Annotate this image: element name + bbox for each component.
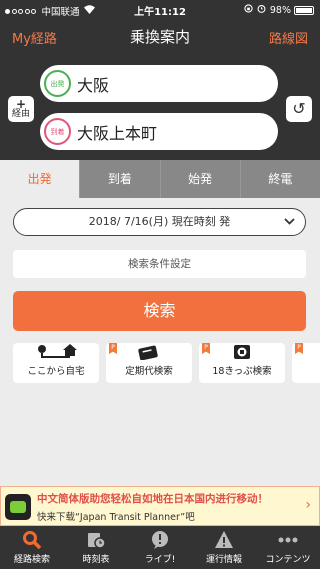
commuter-pass-icon (106, 343, 192, 365)
shortcut-commuter-pass[interactable]: P 定期代検索 (106, 343, 192, 383)
live-icon (128, 526, 192, 552)
date-time-select[interactable]: 2018/ 7/16(月) 現在時刻 発 (13, 208, 306, 236)
tab-live[interactable]: ライブ! (128, 526, 192, 569)
bottom-tab-bar: 経路検索 時刻表 ライブ! 運行情報 コンテンツ (0, 526, 320, 569)
tab-service-info[interactable]: 運行情報 (192, 526, 256, 569)
time-mode-tabs: 出発 到着 始発 終電 (0, 160, 320, 198)
home-route-icon (13, 343, 99, 365)
battery-icon (294, 5, 314, 15)
shortcut-row: ここから自宅 P 定期代検索 P 18きっぷ検索 P 列車 (13, 343, 320, 383)
tab-label: 経路検索 (13, 555, 50, 565)
tab-departure[interactable]: 出発 (0, 160, 81, 198)
date-time-value: 2018/ 7/16(月) 現在時刻 発 (88, 215, 231, 228)
status-right: 98% (244, 4, 314, 16)
tab-arrival[interactable]: 到着 (80, 160, 161, 198)
search-conditions-button[interactable]: 検索条件設定 (13, 250, 306, 278)
via-label: 経由 (11, 109, 30, 119)
tab-timetable[interactable]: 時刻表 (64, 526, 128, 569)
more-icon (256, 526, 320, 552)
shortcut-label: ここから自宅 (27, 366, 85, 377)
alarm-icon (257, 4, 266, 16)
search-icon (0, 526, 64, 552)
lock-rotation-icon (244, 4, 253, 16)
alert-icon (192, 526, 256, 552)
shortcut-label: 定期代検索 (125, 366, 173, 377)
plus-icon: + (15, 97, 27, 111)
departure-station-field[interactable]: 出発 大阪 (40, 65, 278, 102)
chevron-down-icon (284, 209, 295, 234)
tab-last-train[interactable]: 終電 (241, 160, 320, 198)
shortcut-home-route[interactable]: ここから自宅 (13, 343, 99, 383)
timetable-icon (64, 526, 128, 552)
tab-label: 運行情報 (205, 555, 242, 565)
tab-label: コンテンツ (265, 555, 311, 565)
chevron-right-icon: › (305, 497, 311, 513)
swap-icon: ↺ (292, 99, 306, 118)
route-map-button[interactable]: 路線図 (269, 28, 308, 47)
status-bar: 中国联通 上午11:12 98% (0, 0, 320, 20)
arrival-badge: 到着 (44, 118, 71, 145)
nav-bar: My経路 乗換案内 路線図 (0, 20, 320, 52)
arrival-station-field[interactable]: 到着 大阪上本町 (40, 113, 278, 150)
add-via-button[interactable]: + 経由 (8, 96, 34, 122)
promo-banner[interactable]: 中文简体版助您轻松自如地在日本国内进行移动！ 快来下载“Japan Transi… (0, 486, 320, 526)
app-logo-icon (5, 494, 31, 520)
shortcut-label: 列車 (292, 365, 320, 379)
search-button[interactable]: 検索 (13, 291, 306, 331)
route-panel: + 経由 出発 大阪 到着 大阪上本町 ↺ (0, 52, 320, 160)
shortcut-ticket-18[interactable]: P 18きっぷ検索 (199, 343, 285, 383)
banner-headline: 中文简体版助您轻松自如地在日本国内进行移动！ (37, 493, 268, 505)
departure-badge: 出発 (44, 70, 71, 97)
tab-route-search[interactable]: 経路検索 (0, 526, 64, 569)
shortcut-train[interactable]: P 列車 (292, 343, 320, 383)
tab-first-train[interactable]: 始発 (161, 160, 241, 198)
departure-station-name: 大阪 (77, 75, 110, 95)
battery-percent: 98% (269, 4, 291, 16)
shortcut-label: 18きっぷ検索 (212, 366, 272, 377)
swap-stations-button[interactable]: ↺ (286, 96, 312, 122)
arrival-station-name: 大阪上本町 (77, 123, 158, 143)
tab-label: 時刻表 (82, 555, 110, 565)
banner-subtext: 快来下载“Japan Transit Planner”吧 (37, 512, 195, 523)
tab-contents[interactable]: コンテンツ (256, 526, 320, 569)
tab-label: ライブ! (144, 555, 176, 565)
ticket-18-icon (199, 343, 285, 365)
